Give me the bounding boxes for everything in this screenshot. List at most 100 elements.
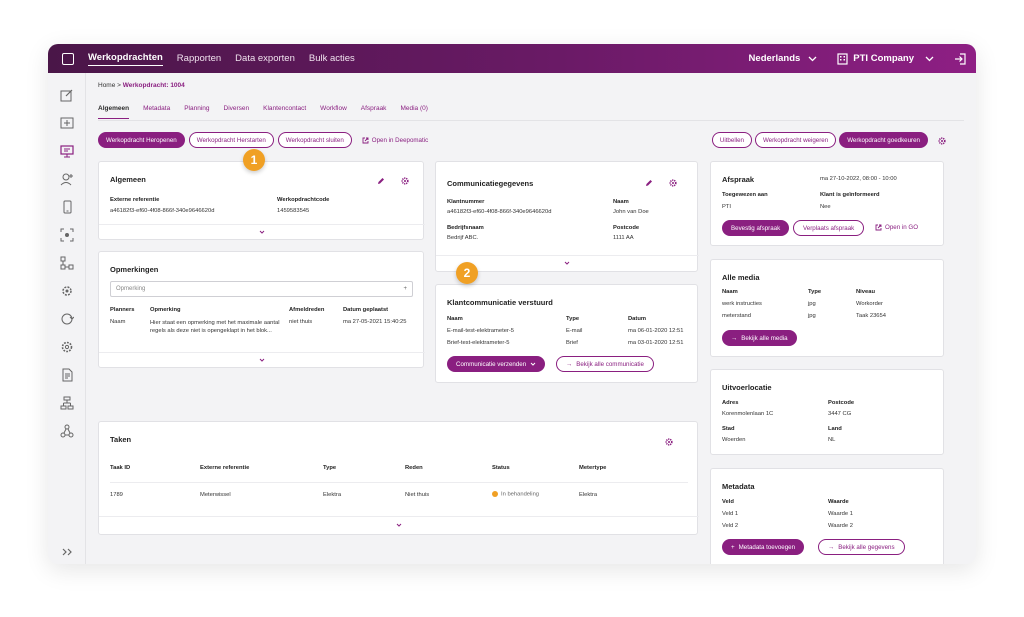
breadcrumb: Home > Werkopdracht: 1004 [98, 82, 185, 89]
open-in-go-link[interactable]: Open in GO [875, 224, 918, 231]
chevron-down-icon[interactable] [259, 357, 265, 363]
edit-icon[interactable] [645, 179, 653, 187]
send-communication-button[interactable]: Communicatie verzenden [447, 356, 546, 372]
confirm-appointment-label: Bevestig afspraak [731, 224, 781, 232]
expand-sidebar-icon[interactable] [60, 545, 74, 559]
add-metadata-button[interactable]: + Metadata toevoegen [722, 539, 805, 555]
chevron-down-icon[interactable] [396, 522, 402, 528]
tab-metadata[interactable]: Metadata [143, 105, 170, 119]
task-metertype: Elektra [579, 492, 598, 498]
card-title: Alle media [722, 273, 760, 282]
confirm-appointment-button[interactable]: Bevestig afspraak [722, 220, 790, 236]
meta-row-1-field: Veld 1 [722, 511, 739, 517]
comm-row-1-name[interactable]: E-mail-test-elektrameter-5 [447, 328, 514, 334]
transfer-icon[interactable] [60, 116, 74, 130]
reopen-button[interactable]: Werkopdracht Heropenen [98, 132, 185, 148]
col-naam: Naam [722, 289, 738, 295]
app-logo-icon[interactable] [48, 44, 88, 73]
task-id[interactable]: 1789 [110, 492, 123, 498]
language-select[interactable]: Nederlands [749, 53, 818, 64]
assigned-label: Toegewezen aan [722, 192, 768, 198]
tab-planning[interactable]: Planning [184, 105, 209, 119]
add-comment-icon[interactable]: + [403, 286, 407, 292]
restart-button[interactable]: Werkopdracht Herstarten [188, 132, 274, 148]
card-title: Communicatiegegevens [447, 179, 534, 188]
focus-icon[interactable] [60, 228, 74, 242]
close-workorder-button[interactable]: Werkopdracht sluiten [277, 132, 352, 148]
approve-button[interactable]: Werkopdracht goedkeuren [839, 132, 928, 148]
gear-icon[interactable] [669, 179, 677, 187]
tab-diversen[interactable]: Diversen [224, 105, 250, 119]
media-row-1-name[interactable]: werk instructies [722, 301, 762, 307]
top-bar: Werkopdrachten Rapporten Data exporten B… [48, 44, 976, 73]
card-opmerkingen: Opmerkingen Opmerking + Planners Opmerki… [98, 251, 425, 368]
view-all-data-button[interactable]: → Bekijk alle gegevens [818, 539, 905, 555]
meta-row-2-field: Veld 2 [722, 523, 739, 529]
nav-bulk-acties[interactable]: Bulk acties [309, 53, 355, 64]
add-user-icon[interactable] [60, 172, 74, 186]
comment-input[interactable]: Opmerking + [110, 281, 413, 297]
breadcrumb-home[interactable]: Home [98, 82, 115, 89]
edit-icon[interactable] [60, 88, 74, 102]
document-icon[interactable] [60, 368, 74, 382]
tab-klantencontact[interactable]: Klantencontact [263, 105, 306, 119]
main-nav: Werkopdrachten Rapporten Data exporten B… [88, 52, 355, 66]
breadcrumb-separator: > [117, 82, 121, 89]
meta-row-2-value: Waarde 2 [828, 523, 853, 529]
move-appointment-label: Verplaats afspraak [803, 224, 855, 232]
divider [99, 224, 425, 225]
chevron-down-icon[interactable] [259, 229, 265, 235]
reject-button[interactable]: Werkopdracht weigeren [754, 132, 837, 148]
tab-divider [98, 120, 964, 121]
settings-group-icon[interactable] [60, 284, 74, 298]
gear-icon[interactable] [401, 177, 409, 185]
col-status: Status [492, 465, 510, 471]
bedrijf-label: Bedrijfsnaam [447, 225, 484, 231]
gear-icon[interactable] [60, 340, 74, 354]
divider [110, 482, 688, 483]
comment-text: Hier staat een opmerking met het maximal… [150, 320, 280, 335]
klantnummer-value: a46182f3-ef60-4f08-866f-340e9646620d [447, 209, 552, 215]
board-icon[interactable] [60, 144, 74, 158]
comment-planner: Naam [110, 319, 126, 325]
naam-label: Naam [613, 199, 629, 205]
flow-icon[interactable] [60, 396, 74, 410]
gear-icon[interactable] [665, 438, 673, 446]
col-niveau: Niveau [856, 289, 876, 295]
company-select[interactable]: PTI Company [837, 52, 934, 65]
media-row-2-name[interactable]: meterstand [722, 313, 751, 319]
land-label: Land [828, 426, 842, 432]
card-metadata: Metadata Veld Waarde Veld 1 Waarde 1 Vel… [710, 468, 944, 564]
comment-reason: niet thuis [289, 319, 313, 325]
hierarchy-icon[interactable] [60, 256, 74, 270]
tab-workflow[interactable]: Workflow [320, 105, 347, 119]
card-title: Metadata [722, 482, 755, 491]
open-deepomatic-link[interactable]: Open in Deepomatic [362, 137, 428, 144]
nav-rapporten[interactable]: Rapporten [177, 53, 221, 64]
mobile-icon[interactable] [60, 200, 74, 214]
appointment-datetime: ma 27-10-2022, 08:00 - 10:00 [820, 176, 897, 182]
tab-media[interactable]: Media (0) [400, 105, 427, 119]
tab-algemeen[interactable]: Algemeen [98, 105, 130, 119]
media-row-1-type: jpg [808, 301, 816, 307]
view-all-media-button[interactable]: → Bekijk alle media [722, 330, 797, 346]
nav-werkopdrachten[interactable]: Werkopdrachten [88, 52, 163, 66]
klantnummer-label: Klantnummer [447, 199, 485, 205]
col-type: Type [566, 316, 580, 322]
call-button[interactable]: Uitbellen [711, 132, 752, 148]
card-title: Afspraak [722, 175, 755, 184]
comment-date: ma 27-05-2021 15:40:25 [343, 319, 407, 325]
card-taken: Taken Taak ID Externe referentie Type Re… [98, 421, 699, 535]
breadcrumb-current: Werkopdracht: 1004 [122, 82, 185, 89]
move-appointment-button[interactable]: Verplaats afspraak [793, 220, 865, 236]
sync-icon[interactable] [60, 312, 74, 326]
tab-afspraak[interactable]: Afspraak [361, 105, 387, 119]
gear-icon[interactable] [938, 137, 946, 145]
comm-row-2-name[interactable]: Brief-test-elektrameter-5 [447, 340, 510, 346]
share-icon[interactable] [60, 424, 74, 438]
view-all-communication-button[interactable]: → Bekijk alle communicatie [556, 356, 654, 372]
logout-icon[interactable] [954, 52, 966, 65]
nav-data-exporten[interactable]: Data exporten [235, 53, 295, 64]
chevron-down-icon[interactable] [564, 260, 570, 266]
edit-icon[interactable] [377, 177, 385, 185]
